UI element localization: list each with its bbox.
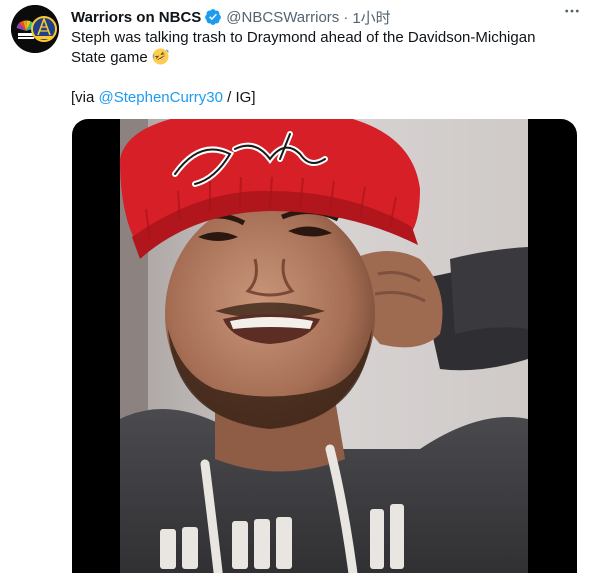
tweet-credit: [via @StephenCurry30 / IG] <box>71 88 571 108</box>
tweet[interactable]: Warriors on NBCS @NBCSWarriors · 1小时 Ste… <box>0 0 593 573</box>
credit-prefix: [via <box>71 89 99 106</box>
video-frame-image <box>120 119 528 573</box>
tweet-text: Steph was talking trash to Draymond ahea… <box>71 28 571 108</box>
timestamp[interactable]: 1小时 <box>352 7 390 28</box>
tweet-body: Steph was talking trash to Draymond ahea… <box>71 28 571 68</box>
credit-suffix: / IG] <box>222 89 256 106</box>
rolling-on-floor-laughing-emoji <box>152 48 169 65</box>
separator-dot: · <box>343 8 349 26</box>
nbcs-warriors-logo <box>11 5 59 53</box>
display-name[interactable]: Warriors on NBCS <box>71 9 201 26</box>
user-handle[interactable]: @NBCSWarriors <box>226 9 339 26</box>
avatar[interactable] <box>11 5 59 53</box>
more-options-icon[interactable] <box>557 0 587 22</box>
mention-link[interactable]: @StephenCurry30 <box>99 89 223 106</box>
video-still[interactable] <box>120 119 528 573</box>
verified-badge-icon <box>204 8 222 26</box>
tweet-header: Warriors on NBCS @NBCSWarriors · 1小时 <box>71 6 583 28</box>
tweet-body-text: Steph was talking trash to Draymond ahea… <box>71 29 536 66</box>
tweet-media[interactable] <box>72 119 577 573</box>
